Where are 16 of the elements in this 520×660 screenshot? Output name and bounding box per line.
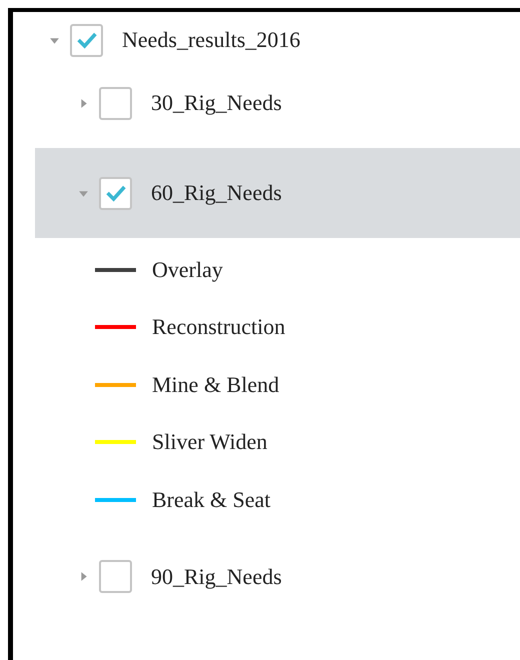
layer-name: Needs_results_2016 bbox=[122, 27, 300, 53]
checkbox[interactable] bbox=[70, 24, 103, 56]
legend-label: Overlay bbox=[152, 256, 223, 283]
checkbox[interactable] bbox=[99, 176, 132, 210]
legend-label: Reconstruction bbox=[152, 314, 286, 340]
layer-name: 60_Rig_Needs bbox=[151, 180, 282, 206]
selected-layer-row[interactable]: 60_Rig_Needs bbox=[35, 148, 520, 238]
layer-row[interactable]: 30_Rig_Needs bbox=[35, 58, 520, 148]
layer-row[interactable]: 90_Rig_Needs bbox=[35, 532, 520, 622]
checkbox[interactable] bbox=[99, 86, 132, 120]
legend-label: Mine & Blend bbox=[152, 372, 280, 398]
checkbox[interactable] bbox=[99, 560, 132, 593]
legend-label: Sliver Widen bbox=[152, 429, 268, 456]
layer-name: 30_Rig_Needs bbox=[151, 90, 282, 116]
layer-name: 90_Rig_Needs bbox=[151, 564, 282, 590]
legend-label: Break & Seat bbox=[152, 486, 271, 513]
